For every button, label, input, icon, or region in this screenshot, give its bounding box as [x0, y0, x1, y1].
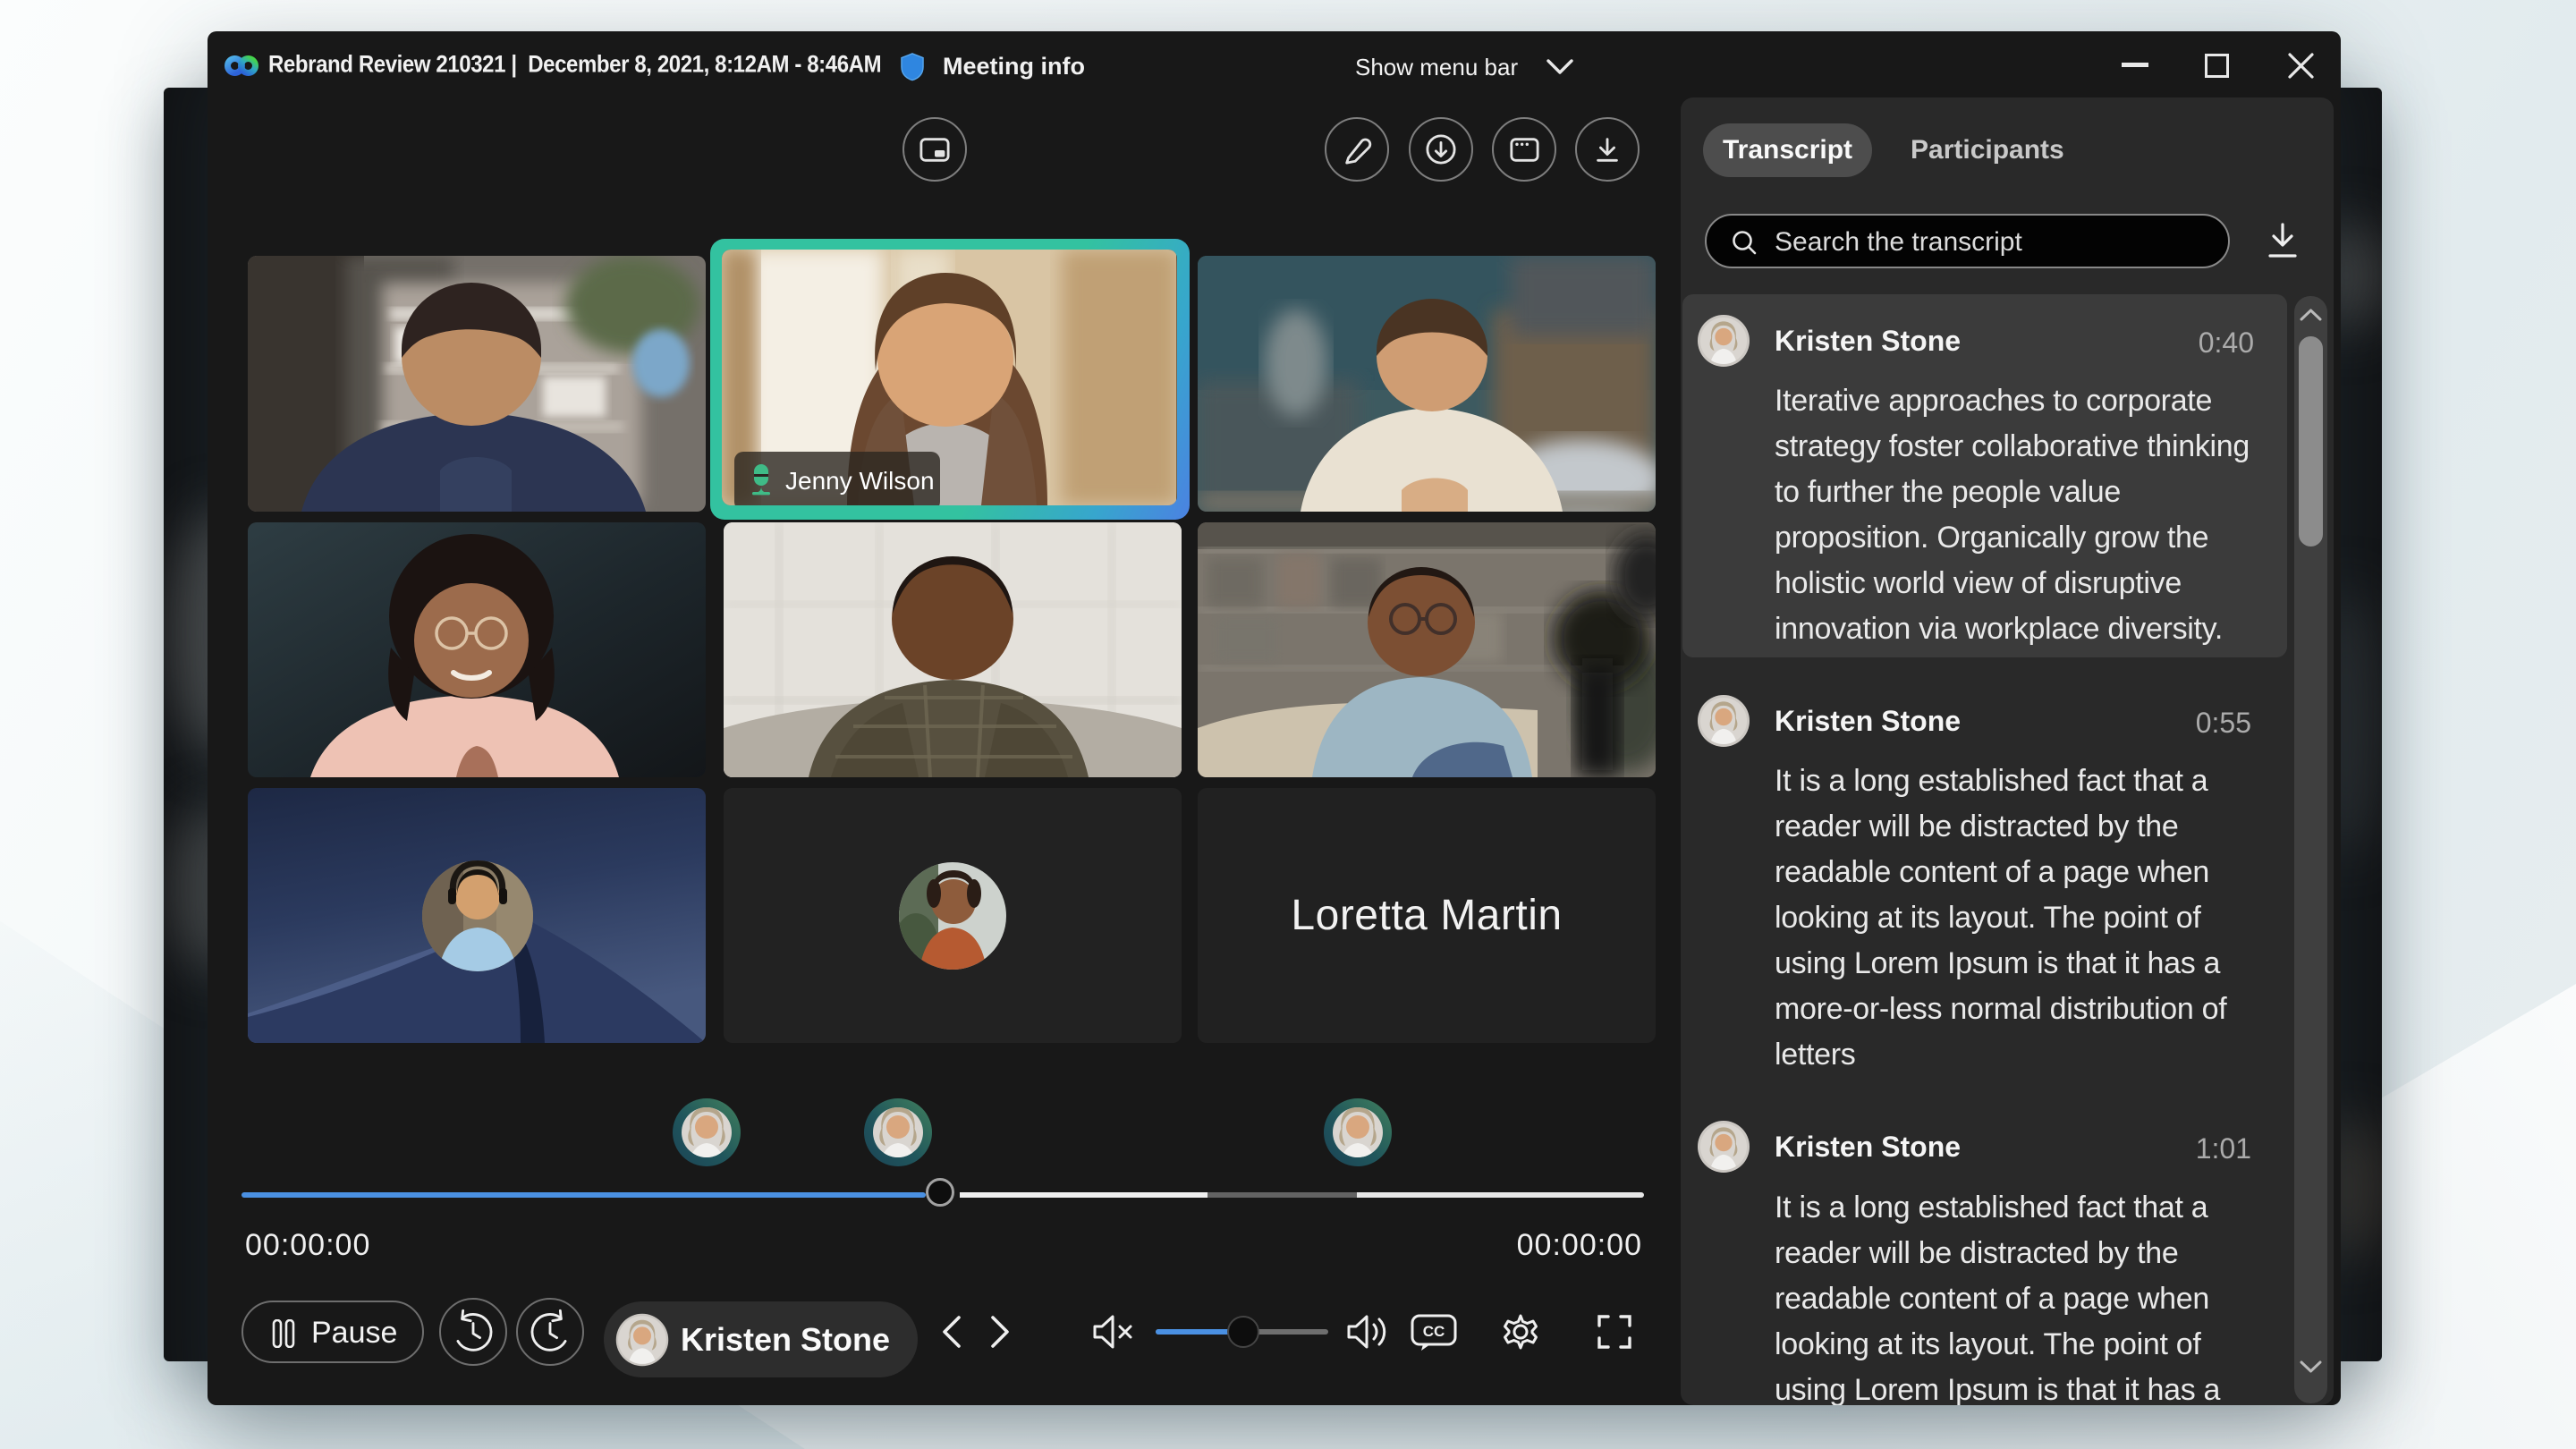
svg-text:CC: CC — [1423, 1323, 1445, 1340]
